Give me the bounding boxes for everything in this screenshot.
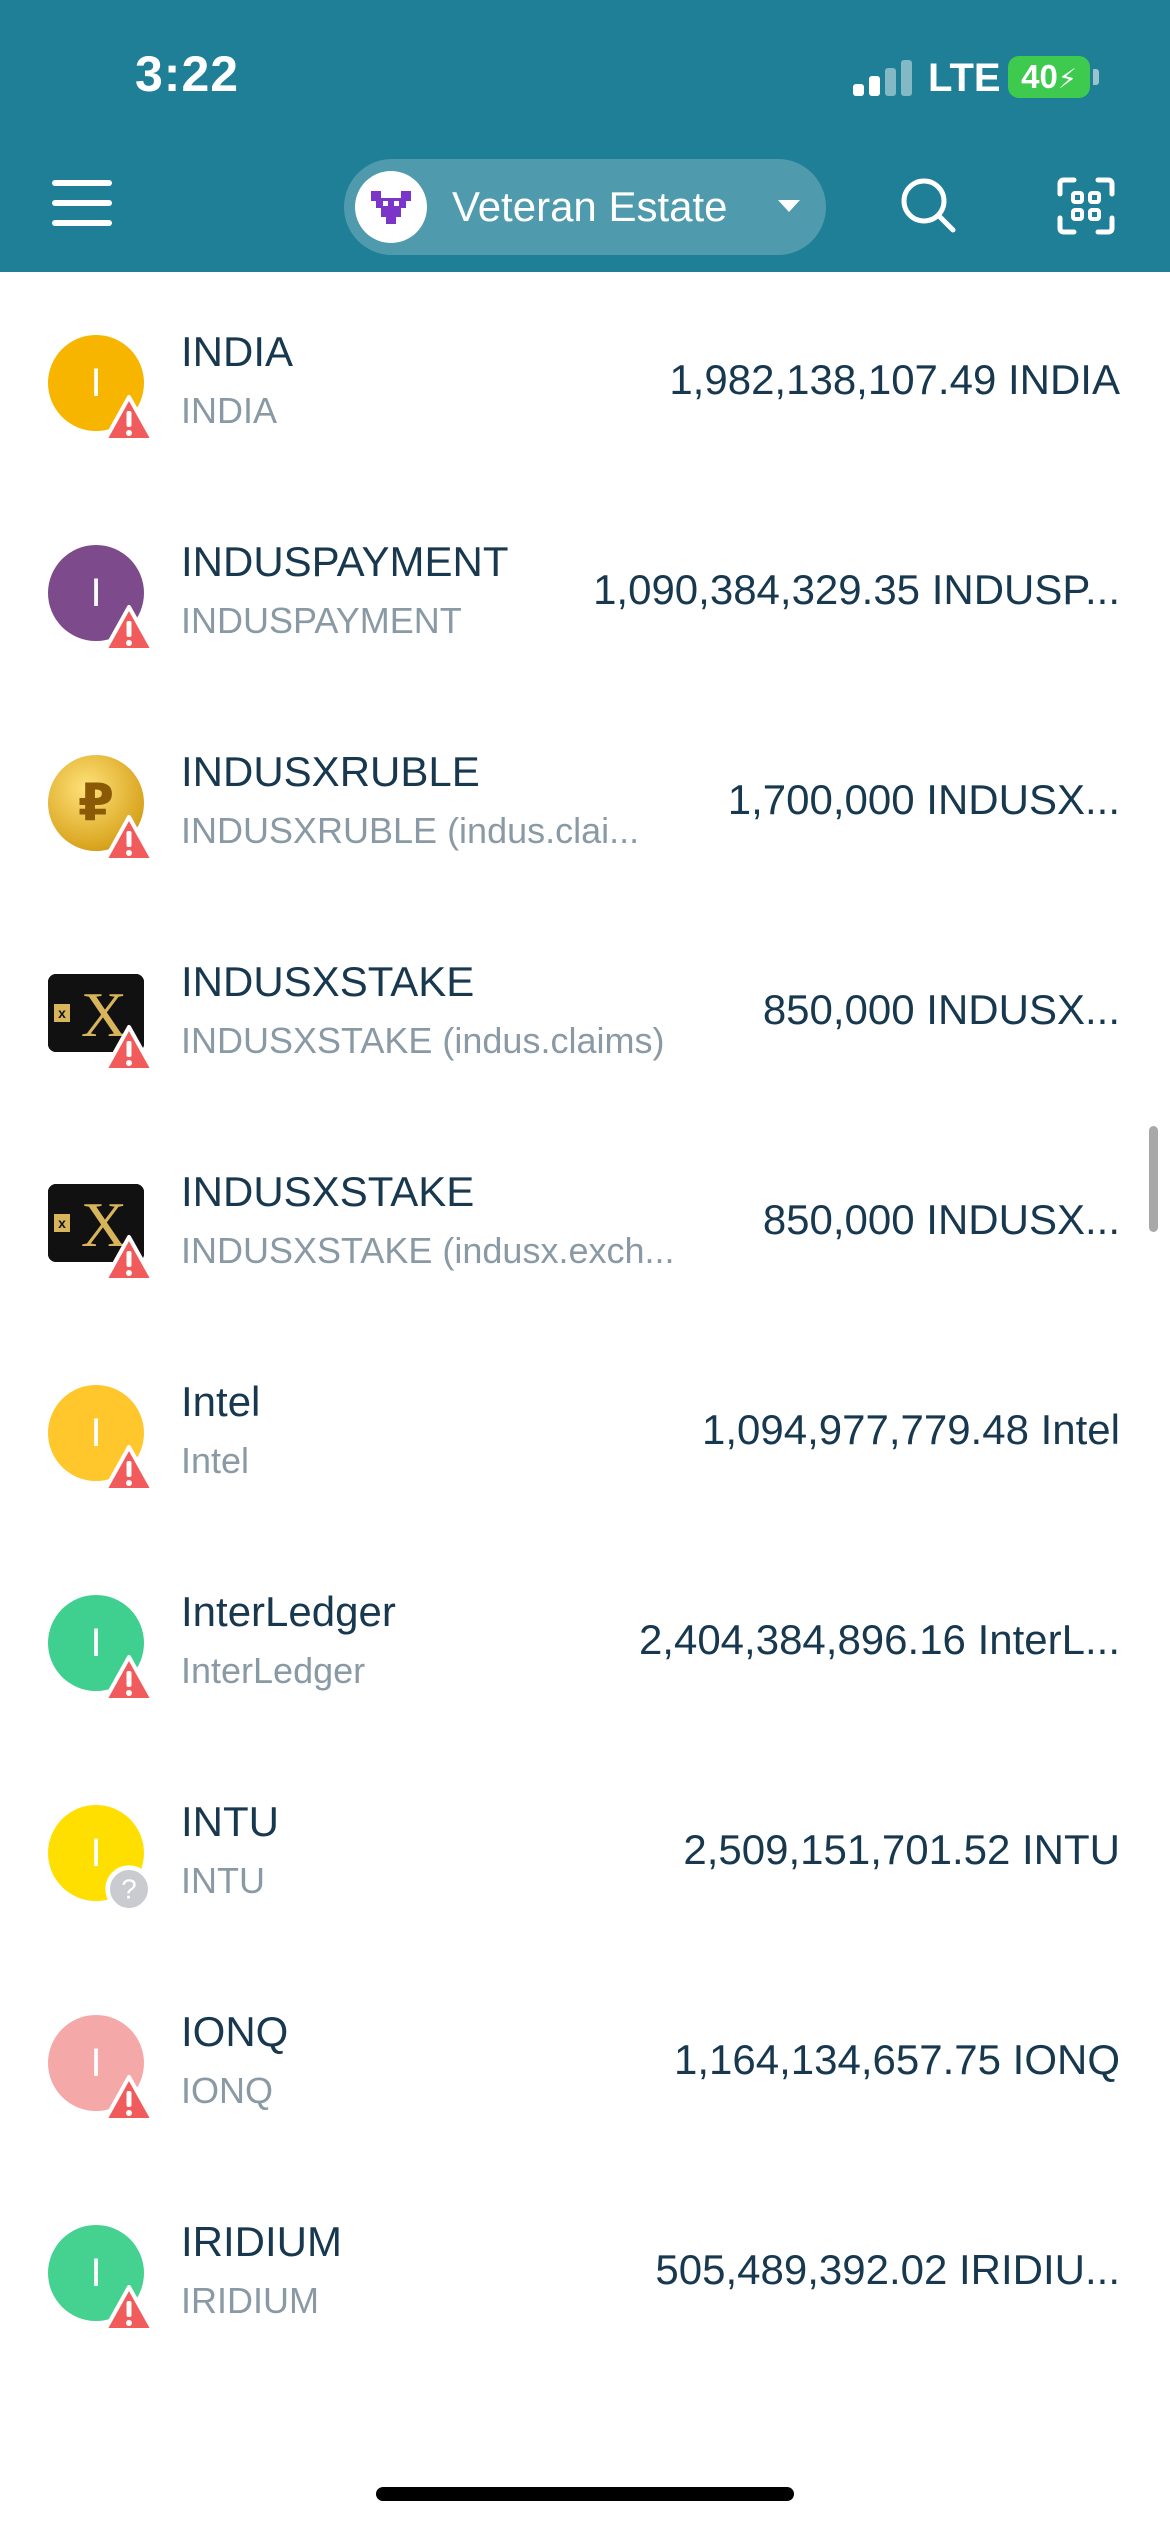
cellular-signal-icon bbox=[853, 58, 915, 96]
warning-icon bbox=[103, 1025, 155, 1072]
account-switcher-button[interactable]: Veteran Estate bbox=[344, 159, 826, 255]
asset-issuer: InterLedger bbox=[181, 1650, 366, 1691]
asset-name: InterLedger bbox=[181, 1588, 396, 1635]
asset-issuer: Intel bbox=[181, 1440, 250, 1481]
asset-issuer: INDUSXSTAKE (indusx.exch... bbox=[181, 1230, 675, 1271]
asset-balance: 505,489,392.02 IRIDIU... bbox=[655, 2246, 1120, 2293]
asset-balance: 1,090,384,329.35 INDUSP... bbox=[593, 566, 1120, 613]
asset-issuer: IONQ bbox=[181, 2070, 274, 2111]
svg-text:x: x bbox=[58, 1005, 66, 1021]
search-icon[interactable] bbox=[897, 174, 959, 236]
purple-heart-icon bbox=[371, 191, 411, 224]
account-avatar bbox=[355, 171, 427, 243]
asset-name: INTU bbox=[181, 1798, 279, 1845]
asset-balance: 850,000 INDUSX... bbox=[762, 1196, 1120, 1243]
asset-row[interactable]: I IONQ IONQ 1,164,134,657.75 IONQ bbox=[0, 1952, 1170, 2162]
asset-balance: 2,404,384,896.16 InterL... bbox=[638, 1616, 1120, 1663]
asset-row[interactable]: x X INDUSXSTAKE INDUSXSTAKE (indusx.exch...… bbox=[0, 1112, 1170, 1322]
asset-name: INDUSXRUBLE bbox=[181, 748, 480, 795]
asset-name: INDUSXSTAKE bbox=[181, 958, 475, 1005]
account-name: Veteran Estate bbox=[452, 183, 728, 230]
status-bar: 3:22 LTE 40⚡ bbox=[0, 0, 1170, 150]
battery-icon: 40⚡ bbox=[1008, 56, 1090, 98]
battery-level: 40 bbox=[1021, 58, 1058, 95]
asset-issuer: INDIA bbox=[181, 390, 278, 431]
asset-row[interactable]: x X INDUSXSTAKE INDUSXSTAKE (indus.claims) 8… bbox=[0, 902, 1170, 1112]
hamburger-menu-icon[interactable] bbox=[52, 178, 112, 228]
asset-name: INDIA bbox=[181, 328, 294, 375]
warning-icon bbox=[103, 1655, 155, 1702]
warning-icon bbox=[103, 2075, 155, 2122]
asset-issuer: INDUSXRUBLE (indus.clai... bbox=[181, 810, 640, 851]
warning-icon bbox=[103, 1235, 155, 1282]
asset-row[interactable]: I INDIA INDIA 1,982,138,107.49 INDIA bbox=[0, 272, 1170, 482]
asset-row[interactable]: I INDUSPAYMENT INDUSPAYMENT 1,090,384,329.3… bbox=[0, 482, 1170, 692]
scrollbar[interactable] bbox=[1149, 1126, 1158, 1232]
home-indicator[interactable] bbox=[376, 2487, 794, 2501]
asset-balance: 2,509,151,701.52 INTU bbox=[683, 1826, 1120, 1873]
warning-icon bbox=[103, 1445, 155, 1492]
warning-icon bbox=[103, 395, 155, 442]
network-type: LTE bbox=[928, 56, 1001, 100]
warning-icon bbox=[103, 605, 155, 652]
asset-issuer: INTU bbox=[181, 1860, 265, 1901]
question-mark-icon: ? bbox=[105, 1865, 153, 1913]
asset-row[interactable]: I? INTU INTU 2,509,151,701.52 INTU bbox=[0, 1742, 1170, 1952]
svg-text:?: ? bbox=[121, 1873, 136, 1904]
asset-issuer: INDUSXSTAKE (indus.claims) bbox=[181, 1020, 665, 1061]
asset-balance: 1,094,977,779.48 Intel bbox=[701, 1406, 1120, 1453]
app-header: 3:22 LTE 40⚡ Veteran Estate bbox=[0, 0, 1170, 272]
asset-balance: 850,000 INDUSX... bbox=[762, 986, 1120, 1033]
asset-balance: 1,982,138,107.49 INDIA bbox=[669, 356, 1120, 403]
asset-row[interactable]: I Intel Intel 1,094,977,779.48 Intel bbox=[0, 1322, 1170, 1532]
asset-issuer: IRIDIUM bbox=[181, 2280, 319, 2321]
asset-row[interactable]: I InterLedger InterLedger 2,404,384,896.16 … bbox=[0, 1532, 1170, 1742]
svg-text:x: x bbox=[58, 1215, 66, 1231]
scan-qr-icon[interactable] bbox=[1056, 176, 1116, 236]
asset-name: INDUSPAYMENT bbox=[181, 538, 509, 585]
battery-cap-icon bbox=[1093, 69, 1099, 85]
warning-icon bbox=[103, 2285, 155, 2332]
asset-row[interactable]: I IRIDIUM IRIDIUM 505,489,392.02 IRIDIU... bbox=[0, 2162, 1170, 2372]
status-time: 3:22 bbox=[135, 46, 240, 102]
asset-row[interactable]: ₽ INDUSXRUBLE INDUSXRUBLE (indus.clai... 1,… bbox=[0, 692, 1170, 902]
asset-name: IRIDIUM bbox=[181, 2218, 342, 2265]
asset-name: INDUSXSTAKE bbox=[181, 1168, 475, 1215]
asset-name: Intel bbox=[181, 1378, 261, 1425]
asset-issuer: INDUSPAYMENT bbox=[181, 600, 462, 641]
asset-balance: 1,700,000 INDUSX... bbox=[727, 776, 1120, 823]
warning-icon bbox=[103, 815, 155, 862]
asset-balance: 1,164,134,657.75 IONQ bbox=[674, 2036, 1120, 2083]
chevron-down-icon bbox=[778, 200, 800, 212]
asset-name: IONQ bbox=[181, 2008, 289, 2055]
